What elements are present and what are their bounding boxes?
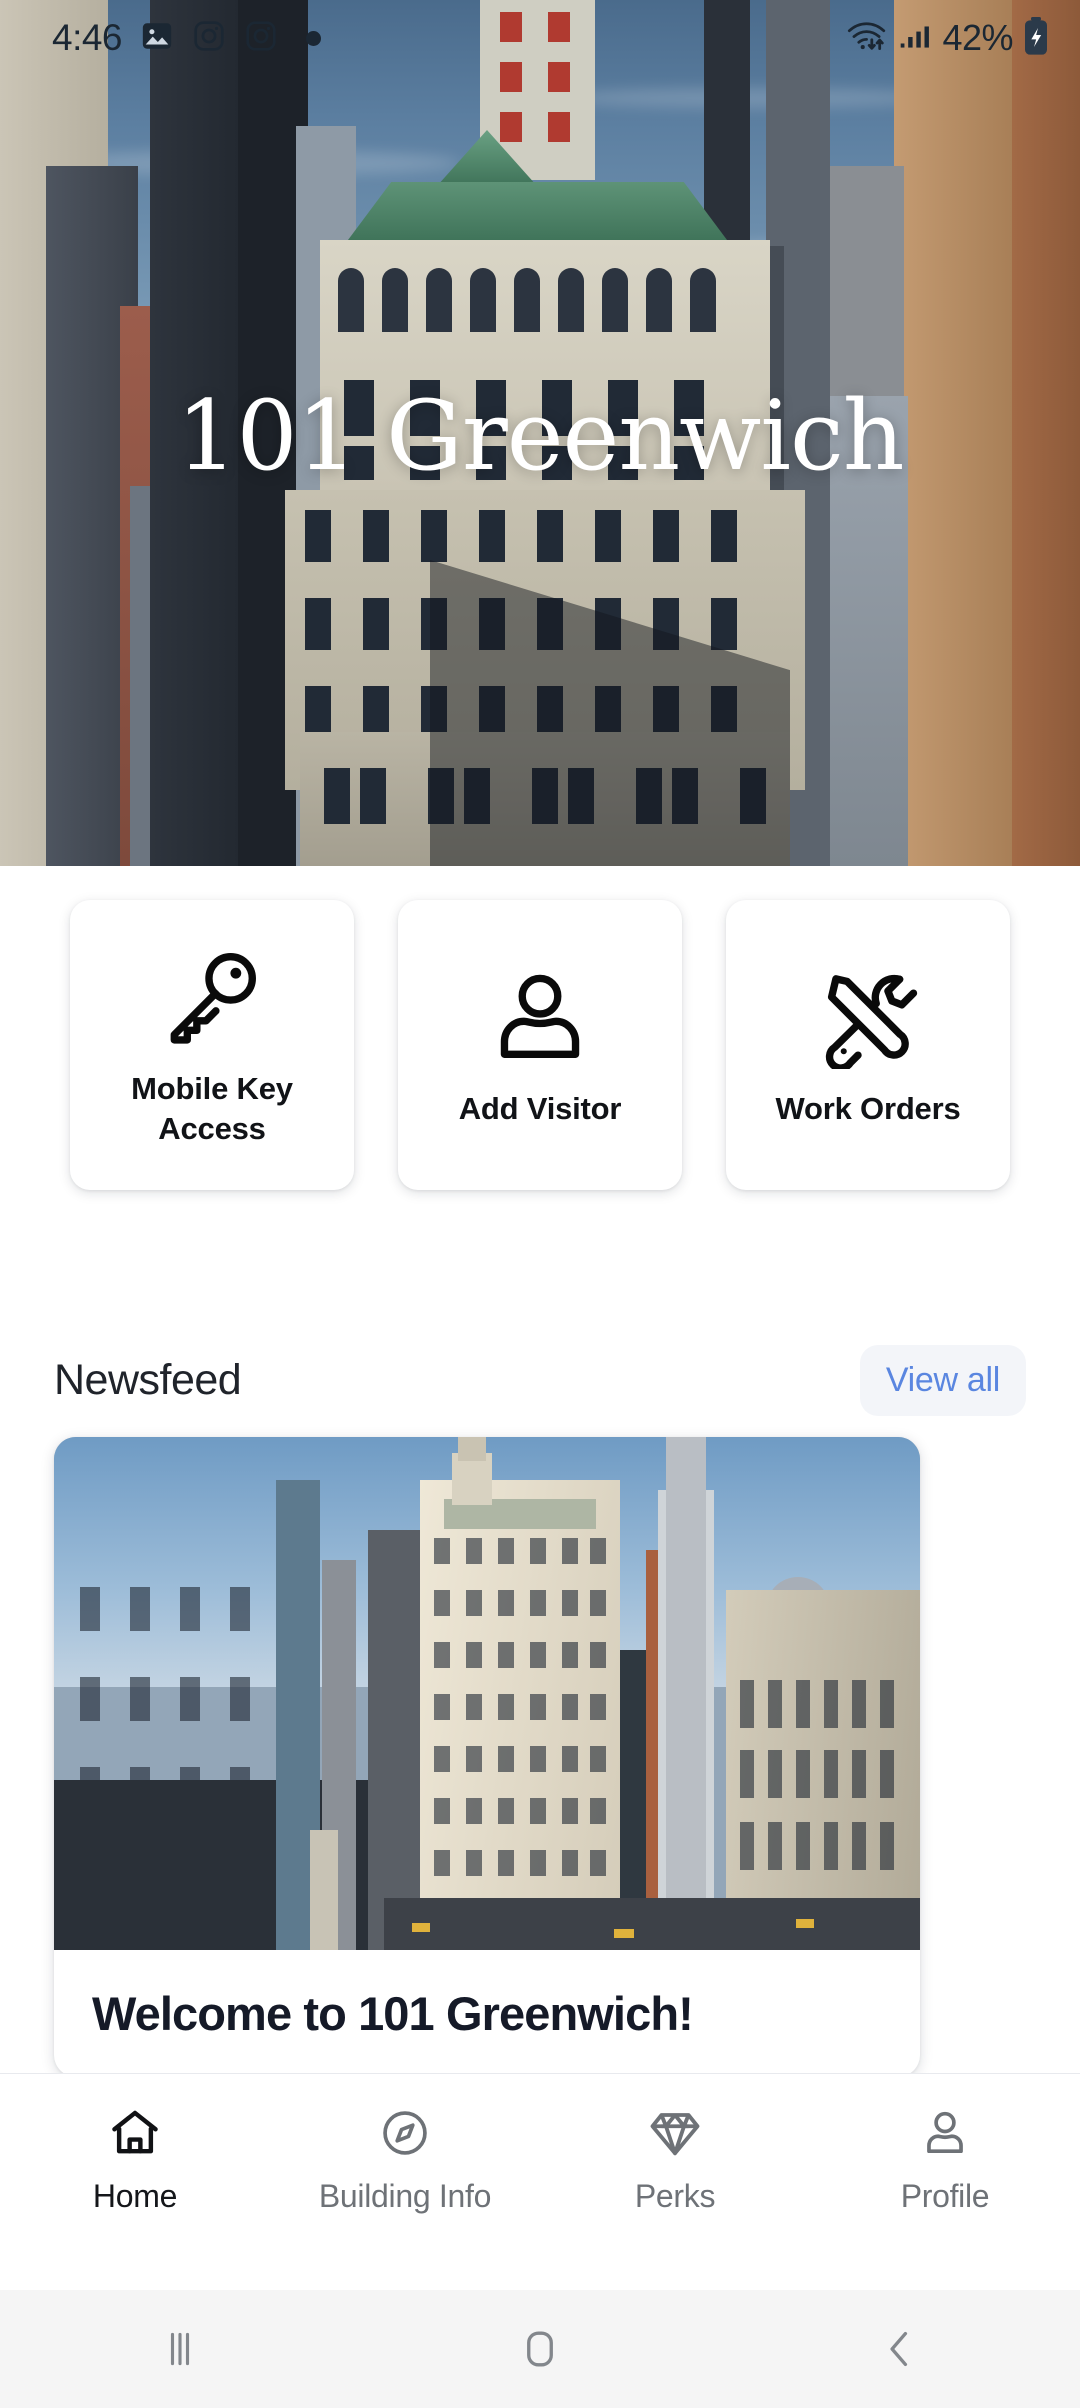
nav-item-building-info[interactable]: Building Info [270, 2102, 540, 2215]
newsfeed-card[interactable]: Welcome to 101 Greenwich! [54, 1437, 920, 2077]
battery-charging-icon [1022, 16, 1050, 61]
newsfeed-card-image [54, 1437, 920, 1950]
recents-button[interactable] [0, 2324, 360, 2374]
status-bar-right: 42% [846, 16, 1050, 61]
nav-item-label: Home [92, 2178, 178, 2214]
nav-item-home[interactable]: Home [0, 2102, 270, 2215]
hero-banner: 101 Greenwich [0, 0, 1080, 866]
nav-item-perks[interactable]: Perks [540, 2102, 810, 2215]
instagram-icon [244, 19, 278, 58]
tools-icon [816, 961, 920, 1073]
nav-item-label: Building Info [318, 2178, 492, 2214]
person-icon [488, 961, 592, 1073]
quick-action-work-orders[interactable]: Work Orders [726, 900, 1010, 1190]
compass-icon [379, 2102, 431, 2164]
key-icon [160, 941, 264, 1053]
nav-item-label: Profile [900, 2178, 990, 2214]
quick-action-label: Mobile Key Access [131, 1070, 293, 1146]
status-bar-left: 4:46 [52, 17, 322, 59]
battery-percent-label: 42% [942, 17, 1013, 58]
system-navigation-bar [0, 2290, 1080, 2408]
newsfeed-heading: Newsfeed [54, 1355, 242, 1404]
home-icon [107, 2102, 163, 2164]
page-title: 101 Greenwich [176, 380, 904, 492]
notification-dot-icon [306, 30, 322, 46]
gallery-icon [140, 19, 174, 58]
quick-action-label: Add Visitor [458, 1090, 622, 1126]
quick-action-add-visitor[interactable]: Add Visitor [398, 900, 682, 1190]
nav-item-profile[interactable]: Profile [810, 2102, 1080, 2215]
cellular-signal-icon [899, 19, 933, 58]
quick-action-mobile-key-access[interactable]: Mobile Key Access [70, 900, 354, 1190]
newsfeed-card-body: Welcome to 101 Greenwich! [54, 1950, 920, 2041]
person-icon [919, 2102, 971, 2164]
newsfeed-header: Newsfeed View all [0, 1330, 1080, 1430]
wifi-icon [846, 17, 890, 60]
quick-action-label: Work Orders [775, 1090, 961, 1126]
instagram-icon [192, 19, 226, 58]
quick-actions-row: Mobile Key Access Add Visitor Work Order… [0, 900, 1080, 1190]
back-button[interactable] [720, 2324, 1080, 2374]
diamond-icon [648, 2102, 702, 2164]
home-button[interactable] [360, 2324, 720, 2374]
newsfeed-card-title: Welcome to 101 Greenwich! [92, 1987, 694, 2040]
view-all-button[interactable]: View all [859, 1344, 1026, 1416]
status-bar: 4:46 42% [0, 0, 1080, 76]
bottom-navigation-bar: Home Building Info Perks Profile [0, 2073, 1080, 2290]
clock: 4:46 [52, 17, 123, 58]
nav-item-label: Perks [634, 2178, 716, 2214]
